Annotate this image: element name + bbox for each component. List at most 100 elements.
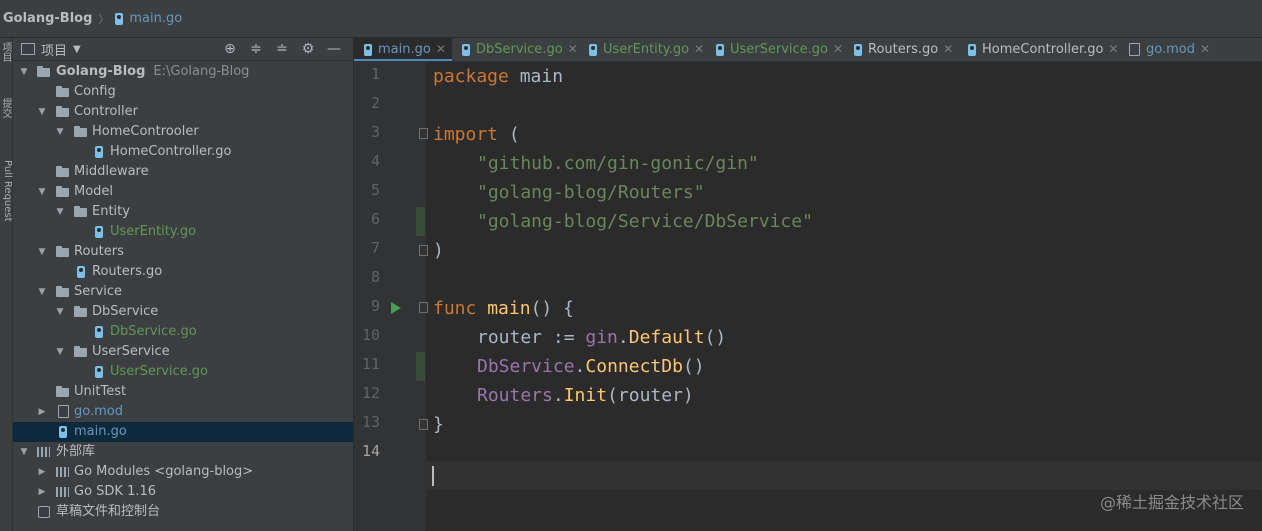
code-line: "golang-blog/Routers" (477, 178, 705, 207)
tree-item-go-modules[interactable]: ▶ Go Modules <golang-blog> (13, 462, 353, 482)
go-file-icon (589, 43, 597, 56)
hide-icon[interactable]: — (321, 40, 347, 58)
close-icon[interactable]: ✕ (833, 42, 843, 56)
code-line: router := gin.Default() (477, 323, 726, 352)
tree-item-dbservice[interactable]: ▼ DbService (13, 302, 353, 322)
chevron-right-icon[interactable]: ▶ (37, 462, 47, 482)
keyword: package (433, 66, 509, 87)
project-tool-tab[interactable]: 项目 (0, 42, 13, 62)
close-icon[interactable]: ✕ (1200, 42, 1210, 56)
fold-icon[interactable] (419, 302, 428, 313)
chevron-down-icon[interactable]: ▼ (55, 302, 65, 322)
chevron-down-icon[interactable]: ▼ (19, 442, 29, 462)
editor-tab-bar: main.go ✕ DbService.go ✕ UserEntity.go ✕ Us… (354, 38, 1262, 62)
editor-gutter: 1 2 3 4 5 6 7 8 9 10 11 12 13 14 (354, 62, 428, 531)
change-marker[interactable] (416, 207, 425, 236)
line-number: 1 (370, 65, 380, 83)
tree-item-external-libraries[interactable]: ▼ 外部库 (13, 442, 353, 462)
close-icon[interactable]: ✕ (568, 42, 578, 56)
tab-routers-go[interactable]: Routers.go ✕ (854, 38, 953, 61)
tree-item-label: Go SDK 1.16 (74, 484, 157, 499)
chevron-down-icon[interactable]: ▼ (55, 342, 65, 362)
tab-homecontroller-go[interactable]: HomeController.go ✕ (968, 38, 1119, 61)
chevron-down-icon[interactable]: ▼ (73, 44, 81, 55)
fold-icon[interactable] (419, 128, 428, 139)
chevron-right-icon[interactable]: ▶ (37, 482, 47, 502)
collapse-all-icon[interactable]: ≐ (269, 40, 295, 58)
library-icon (56, 467, 69, 477)
close-icon[interactable]: ✕ (1108, 42, 1118, 56)
change-marker[interactable] (416, 352, 425, 381)
line-number: 3 (370, 123, 380, 141)
tree-item-label: Middleware (74, 164, 149, 179)
go-file-icon (968, 43, 976, 56)
tree-item-label: HomeControoler (92, 124, 199, 139)
tab-userentity-go[interactable]: UserEntity.go ✕ (589, 38, 704, 61)
tree-item-routers-go[interactable]: Routers.go (13, 262, 353, 282)
tree-item-middleware[interactable]: Middleware (13, 162, 353, 182)
editor-area: main.go ✕ DbService.go ✕ UserEntity.go ✕ Us… (354, 38, 1262, 531)
keyword: import (433, 124, 499, 145)
folder-icon (37, 66, 50, 77)
pull-request-tool-tab[interactable]: Pull Request (0, 160, 13, 222)
text-caret (432, 466, 434, 486)
tree-item-model[interactable]: ▼ Model (13, 182, 353, 202)
close-icon[interactable]: ✕ (943, 42, 953, 56)
tab-userservice-go[interactable]: UserService.go ✕ (716, 38, 843, 61)
tree-item-userservice-go[interactable]: UserService.go (13, 362, 353, 382)
expand-all-icon[interactable]: ≑ (243, 40, 269, 58)
chevron-down-icon[interactable]: ▼ (37, 242, 47, 262)
left-tool-strip: 项目 提交 Pull Request (0, 38, 13, 531)
package-name: gin (585, 327, 618, 348)
fold-icon[interactable] (419, 245, 428, 256)
tab-main-go[interactable]: main.go ✕ (354, 38, 452, 61)
locate-icon[interactable]: ⊕ (217, 40, 243, 58)
chevron-right-icon[interactable]: ▶ (37, 402, 47, 422)
close-icon[interactable]: ✕ (694, 42, 704, 56)
tree-item-config[interactable]: Config (13, 82, 353, 102)
tree-item-entity[interactable]: ▼ Entity (13, 202, 353, 222)
go-file-icon (854, 43, 862, 56)
chevron-down-icon[interactable]: ▼ (55, 202, 65, 222)
chevron-down-icon[interactable]: ▼ (55, 122, 65, 142)
tree-item-main-go[interactable]: main.go (13, 422, 353, 442)
close-icon[interactable]: ✕ (436, 42, 446, 56)
tree-item-homecontrooler[interactable]: ▼ HomeControoler (13, 122, 353, 142)
tree-item-go-mod[interactable]: ▶ go.mod (13, 402, 353, 422)
tree-item-dbservice-go[interactable]: DbService.go (13, 322, 353, 342)
breadcrumb-separator: 〉 (98, 12, 110, 26)
chevron-down-icon[interactable]: ▼ (37, 102, 47, 122)
tree-item-label: Controller (74, 104, 138, 119)
project-view-selector[interactable]: 项目 (41, 40, 67, 59)
tree-item-routers[interactable]: ▼ Routers (13, 242, 353, 262)
chevron-down-icon[interactable]: ▼ (37, 182, 47, 202)
punctuation: () { (530, 298, 574, 319)
tree-item-homecontroller-go[interactable]: HomeController.go (13, 142, 353, 162)
breadcrumb-project[interactable]: Golang-Blog (0, 11, 92, 26)
tree-item-service[interactable]: ▼ Service (13, 282, 353, 302)
tab-go-mod[interactable]: go.mod ✕ (1129, 38, 1210, 61)
tree-item-controller[interactable]: ▼ Controller (13, 102, 353, 122)
punctuation: () (682, 356, 705, 377)
tree-item-scratches[interactable]: 草稿文件和控制台 (13, 502, 353, 522)
commit-tool-tab[interactable]: 提交 (0, 98, 13, 118)
tree-item-go-sdk[interactable]: ▶ Go SDK 1.16 (13, 482, 353, 502)
breadcrumb-file[interactable]: main.go (129, 11, 182, 26)
tree-item-userentity-go[interactable]: UserEntity.go (13, 222, 353, 242)
tree-item-label: HomeController.go (110, 144, 232, 159)
line-number: 9 (370, 297, 380, 315)
tree-item-golang-blog[interactable]: ▼ Golang-Blog E:\Golang-Blog (13, 62, 353, 82)
tree-item-userservice[interactable]: ▼ UserService (13, 342, 353, 362)
fold-icon[interactable] (419, 419, 428, 430)
chevron-down-icon[interactable]: ▼ (19, 62, 29, 82)
scratches-icon (38, 506, 50, 518)
tab-dbservice-go[interactable]: DbService.go ✕ (462, 38, 578, 61)
tree-item-unittest[interactable]: UnitTest (13, 382, 353, 402)
run-icon[interactable] (391, 302, 401, 314)
function-name: Init (563, 385, 608, 406)
gear-icon[interactable]: ⚙ (295, 40, 321, 58)
tab-label: go.mod (1146, 42, 1195, 57)
tree-item-label: UserService (92, 344, 170, 359)
tab-label: DbService.go (476, 42, 563, 57)
chevron-down-icon[interactable]: ▼ (37, 282, 47, 302)
